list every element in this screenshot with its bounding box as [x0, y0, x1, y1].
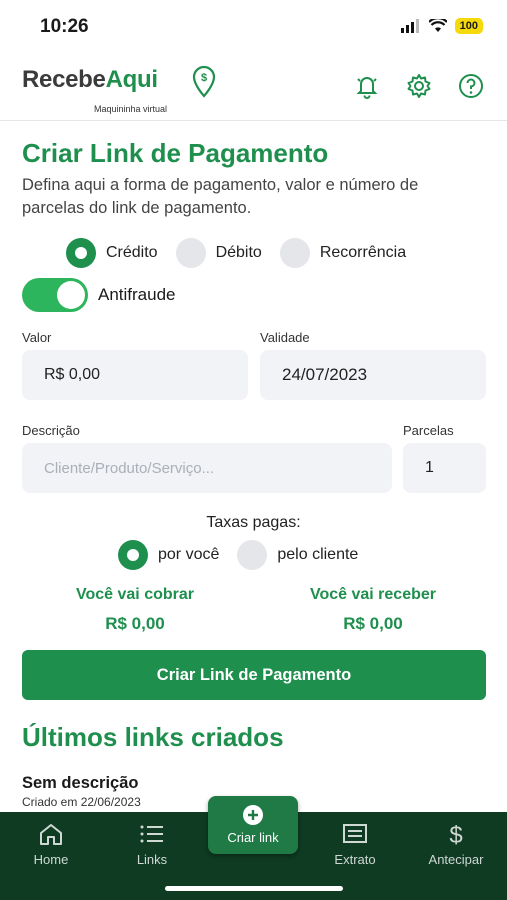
recent-links-title: Últimos links criados [22, 722, 284, 752]
radio-pelo-cliente[interactable] [237, 540, 268, 570]
create-link-button[interactable]: Criar Link de Pagamento [22, 650, 486, 700]
bell-icon[interactable] [353, 72, 381, 100]
nav-antecipar[interactable]: $ Antecipar [416, 822, 496, 867]
parcelas-label: Parcelas [403, 423, 454, 438]
cobrar-summary: Você vai cobrar R$ 0,00 [30, 586, 240, 634]
receber-value: R$ 0,00 [343, 614, 403, 633]
payment-type-group: Crédito Débito Recorrência [66, 238, 424, 268]
brand-name: RecebeAqui [22, 66, 158, 93]
status-icons: 100 [400, 18, 483, 34]
status-time: 10:26 [40, 16, 89, 37]
receber-summary: Você vai receber R$ 0,00 [268, 586, 478, 634]
validade-label: Validade [260, 330, 310, 345]
page-title: Criar Link de Pagamento [22, 138, 329, 168]
radio-por-voce[interactable] [118, 540, 148, 570]
recent-link-date: Criado em 22/06/2023 [22, 795, 141, 809]
dollar-icon: $ [449, 822, 462, 846]
page-subtitle: Defina aqui a forma de pagamento, valor … [22, 176, 419, 217]
radio-pelo-cliente-label[interactable]: pelo cliente [277, 546, 358, 564]
status-bar: 10:26 100 [0, 0, 507, 52]
taxas-title: Taxas pagas: [206, 514, 301, 531]
nav-home[interactable]: Home [11, 822, 91, 867]
radio-credito-label[interactable]: Crédito [106, 244, 158, 262]
antifraude-label: Antifraude [98, 285, 176, 304]
header-actions [353, 72, 485, 100]
cobrar-label: Você vai cobrar [76, 586, 194, 603]
nav-criar-label: Criar link [227, 830, 279, 845]
radio-recorrencia[interactable] [279, 238, 310, 268]
receber-label: Você vai receber [309, 586, 436, 603]
nav-links[interactable]: Links [112, 822, 192, 867]
descricao-label: Descrição [22, 423, 80, 438]
validade-input[interactable]: 24/07/2023 [260, 350, 486, 400]
taxas-group: por você pelo cliente [118, 540, 376, 570]
brand-logo[interactable]: RecebeAqui $ Maquininha virtual [22, 65, 216, 114]
battery-indicator: 100 [454, 18, 483, 34]
list-icon [140, 825, 163, 843]
cobrar-value: R$ 0,00 [105, 614, 165, 633]
receipt-icon [343, 824, 367, 843]
svg-text:$: $ [449, 822, 462, 846]
plus-circle-icon [243, 805, 263, 825]
nav-extrato[interactable]: Extrato [315, 822, 395, 867]
antifraude-toggle[interactable] [22, 278, 88, 312]
nav-links-label: Links [136, 852, 168, 867]
home-indicator [165, 886, 343, 891]
app-header: RecebeAqui $ Maquininha virtual [0, 52, 507, 121]
radio-recorrencia-label[interactable]: Recorrência [320, 244, 406, 262]
nav-home-label: Home [33, 852, 69, 867]
radio-credito[interactable] [66, 238, 96, 268]
location-pin-dollar-icon: $ [192, 65, 216, 103]
nav-antecipar-label: Antecipar [428, 852, 484, 867]
svg-text:$: $ [201, 72, 207, 84]
valor-input[interactable]: R$ 0,00 [22, 350, 248, 400]
descricao-input[interactable]: Cliente/Produto/Serviço... [22, 443, 392, 493]
gear-icon[interactable] [405, 72, 433, 100]
wifi-icon [428, 19, 447, 32]
radio-debito-label[interactable]: Débito [216, 244, 262, 262]
help-icon[interactable] [457, 72, 485, 100]
parcelas-input[interactable]: 1 [403, 443, 486, 493]
nav-criar-link[interactable]: Criar link [208, 796, 298, 854]
home-icon [40, 824, 62, 845]
radio-debito[interactable] [175, 238, 206, 268]
radio-por-voce-label[interactable]: por você [158, 546, 219, 564]
nav-extrato-label: Extrato [334, 852, 376, 867]
valor-label: Valor [22, 330, 52, 345]
brand-tagline: Maquininha virtual [94, 104, 168, 114]
recent-link-title[interactable]: Sem descrição [22, 774, 138, 793]
signal-icon [400, 19, 419, 33]
